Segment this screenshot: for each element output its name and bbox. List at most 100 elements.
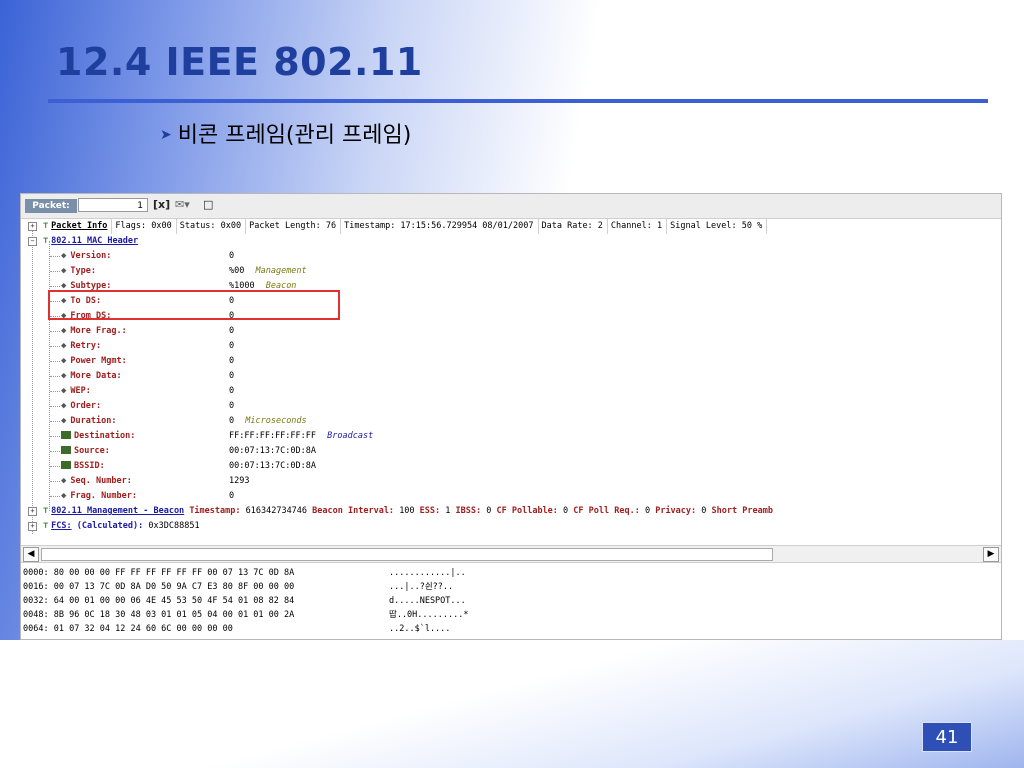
field-value: %00 (229, 266, 245, 276)
packet-info-cell: Channel: 1 (611, 219, 668, 234)
field-value: 0 (229, 491, 235, 501)
packet-label: Packet: (25, 199, 77, 213)
hex-row: 0048: 8B 96 0C 18 30 48 03 01 01 05 04 0… (23, 608, 294, 622)
hex-offset: 0048: (23, 610, 49, 620)
packet-info-label: Packet Info (51, 219, 113, 234)
diamond-icon: ◆ (61, 401, 67, 411)
tree-guide (50, 271, 60, 272)
management-value: 0 (563, 506, 569, 516)
mac-field-row[interactable]: ◆ Type: %00 Management (21, 264, 621, 279)
tree-guide (50, 496, 60, 497)
mac-field-row[interactable]: ◆ Frag. Number: 0 (21, 489, 621, 504)
document-icon[interactable]: □ (203, 198, 213, 212)
field-name: Destination: (74, 431, 136, 441)
fcs-calc-label: (Calculated): (76, 521, 144, 531)
mac-header-label: 802.11 MAC Header (51, 236, 139, 246)
mac-field-row[interactable]: ◆ Version: 0 (21, 249, 621, 264)
expand-toggle[interactable]: + (28, 522, 37, 531)
hex-offset: 0000: (23, 568, 49, 578)
tree-guide (50, 361, 60, 362)
packet-number-input[interactable]: 1 (78, 198, 148, 212)
mac-field-row[interactable]: Source: 00:07:13:7C:0D:8A (21, 444, 621, 459)
packet-info-cell: Data Rate: 2 (542, 219, 608, 234)
management-value: 1 (445, 506, 451, 516)
field-value: 00:07:13:7C:0D:8A (229, 461, 316, 471)
tree-node-icon: ⊤ (43, 506, 49, 516)
field-value: 0 (229, 416, 235, 426)
diamond-icon: ◆ (61, 476, 67, 486)
field-name: Duration: (70, 416, 117, 426)
field-name: More Frag.: (70, 326, 127, 336)
mac-field-row[interactable]: ◆ Retry: 0 (21, 339, 621, 354)
tree-guide (50, 421, 60, 422)
scroll-right-button[interactable]: ▶ (983, 547, 999, 562)
slide-background-bottom (0, 640, 1024, 768)
scrollbar-thumb[interactable] (41, 548, 773, 561)
hex-ascii: d.....NESPOT... (389, 596, 466, 606)
field-name: Order: (70, 401, 102, 411)
field-name: More Data: (70, 371, 122, 381)
mac-field-row[interactable]: ◆ Seq. Number: 1293 (21, 474, 621, 489)
tree-node-icon: ⊤ (43, 521, 49, 531)
management-key: IBSS: (455, 506, 482, 516)
field-value: 0 (229, 356, 235, 366)
management-key: Short Preamb (711, 506, 773, 516)
diamond-icon: ◆ (61, 356, 67, 366)
tree-node-icon: ⊤ (43, 236, 49, 246)
scroll-left-button[interactable]: ◀ (23, 547, 39, 562)
hex-offset: 0016: (23, 582, 49, 592)
mac-field-row[interactable]: ◆ More Data: 0 (21, 369, 621, 384)
expand-toggle[interactable]: + (28, 222, 37, 231)
tree-guide (50, 256, 60, 257)
management-value: 0 (486, 506, 492, 516)
management-value: 0 (701, 506, 707, 516)
mac-field-row[interactable]: ◆ Power Mgmt: 0 (21, 354, 621, 369)
field-name: Frag. Number: (70, 491, 137, 501)
collapse-toggle[interactable]: − (28, 237, 37, 246)
hex-row: 0016: 00 07 13 7C 0D 8A D0 50 9A C7 E3 8… (23, 580, 294, 594)
field-description: Broadcast (327, 431, 374, 441)
hex-ascii: ..2..$`l.... (389, 624, 451, 634)
management-value: 616342734746 (245, 506, 308, 516)
field-value: 0 (229, 401, 235, 411)
management-key: ESS: (419, 506, 441, 516)
tree-guide (50, 451, 60, 452)
hex-bytes: 01 07 32 04 12 24 60 6C 00 00 00 00 (53, 624, 233, 634)
hex-bytes: 8B 96 0C 18 30 48 03 01 01 05 04 00 01 0… (53, 610, 295, 620)
close-icon[interactable]: [x] (153, 198, 170, 212)
field-name: BSSID: (74, 461, 105, 471)
hex-row: 0064: 01 07 32 04 12 24 60 6C 00 00 00 0… (23, 622, 233, 636)
hex-bytes: 80 00 00 00 FF FF FF FF FF FF 00 07 13 7… (53, 568, 295, 578)
field-value: 1293 (229, 476, 250, 486)
management-key: Timestamp: (189, 506, 241, 516)
diamond-icon: ◆ (61, 251, 67, 261)
address-icon (61, 446, 71, 454)
hex-offset: 0064: (23, 624, 49, 634)
highlight-box (48, 290, 340, 320)
management-key: CF Pollable: (496, 506, 558, 516)
field-name: Seq. Number: (70, 476, 132, 486)
diamond-icon: ◆ (61, 371, 67, 381)
tree-guide (50, 346, 60, 347)
mac-field-row[interactable]: ◆ WEP: 0 (21, 384, 621, 399)
hex-ascii: ............|.. (389, 568, 466, 578)
title-divider (48, 99, 988, 103)
mac-field-row[interactable]: ◆ More Frag.: 0 (21, 324, 621, 339)
mac-field-row[interactable]: ◆ Order: 0 (21, 399, 621, 414)
hex-row: 0032: 64 00 01 00 00 06 4E 45 53 50 4F 5… (23, 594, 294, 608)
page-number: 41 (922, 722, 972, 752)
hex-ascii: 땁..0H.........* (389, 610, 469, 620)
mac-field-row[interactable]: ◆ Duration: 0 Microseconds (21, 414, 621, 429)
field-name: WEP: (70, 386, 91, 396)
expand-toggle[interactable]: + (28, 507, 37, 516)
mac-field-row[interactable]: Destination: FF:FF:FF:FF:FF:FF Broadcast (21, 429, 621, 444)
horizontal-scrollbar[interactable]: ◀ ▶ (21, 545, 1001, 563)
field-value: 0 (229, 341, 235, 351)
packet-info-cell: Flags: 0x00 (115, 219, 177, 234)
mail-icon[interactable]: ✉▾ (175, 198, 190, 212)
fcs-label: FCS: (51, 521, 72, 531)
tree-guide (50, 466, 60, 467)
mac-field-row[interactable]: BSSID: 00:07:13:7C:0D:8A (21, 459, 621, 474)
diamond-icon: ◆ (61, 326, 67, 336)
address-icon (61, 461, 71, 469)
